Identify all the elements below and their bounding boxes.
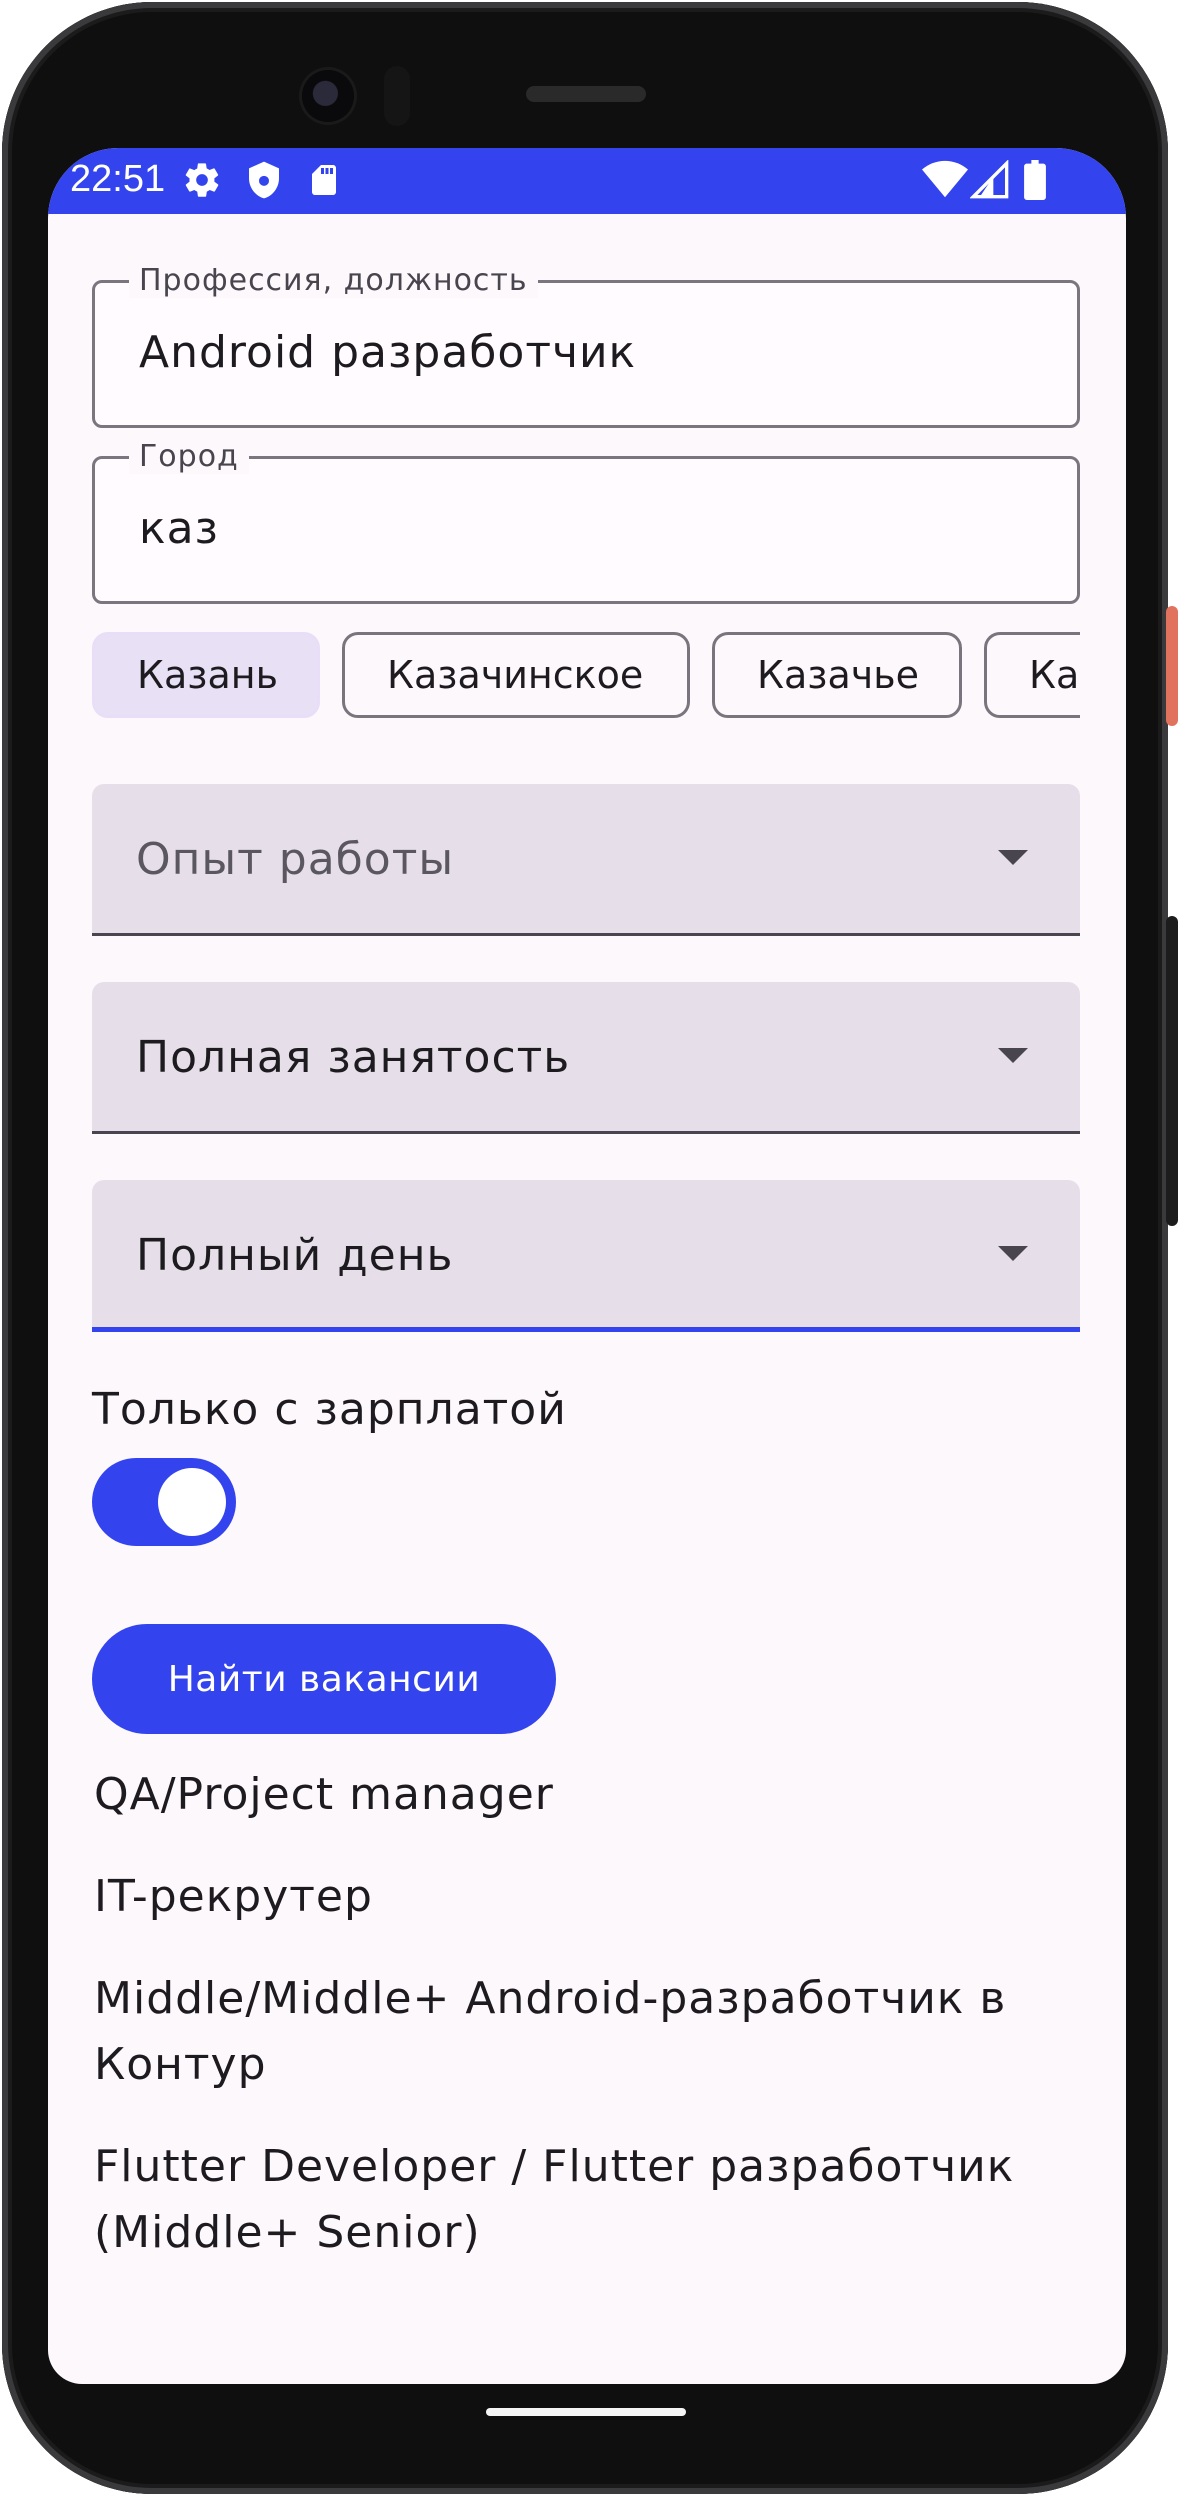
power-button <box>1166 606 1178 726</box>
city-field[interactable]: Город каз <box>92 439 1080 604</box>
schedule-dropdown-value: Полный день <box>136 1230 454 1281</box>
salary-switch-label: Только с зарплатой <box>92 1384 567 1435</box>
app-screen: 22:51 Профессия, должность Android разра… <box>48 148 1126 2384</box>
employment-dropdown-value: Полная занятость <box>136 1032 571 1083</box>
dropdown-arrow-icon[interactable] <box>998 1246 1028 1261</box>
city-field-label: Город <box>129 439 249 474</box>
switch-thumb <box>158 1468 226 1536</box>
sd-card-icon <box>306 160 342 200</box>
salary-switch[interactable] <box>92 1458 236 1546</box>
status-time: 22:51 <box>70 158 166 200</box>
experience-dropdown[interactable]: Опыт работы <box>92 784 1080 936</box>
home-indicator[interactable] <box>486 2408 686 2416</box>
vacancy-item[interactable]: Flutter Developer / Flutter разработчик … <box>94 2134 1094 2266</box>
vacancy-results-list: QA/Project manager IT-рекрутер Middle/Mi… <box>94 1762 1094 2302</box>
wifi-icon <box>922 160 968 200</box>
earpiece-speaker <box>526 86 646 102</box>
city-suggestions: Казань Казачинское Казачье Ка <box>92 632 1080 718</box>
vacancy-item[interactable]: Middle/Middle+ Android-разработчик в Кон… <box>94 1966 1094 2098</box>
signal-icon <box>970 160 1010 200</box>
profession-field-label: Профессия, должность <box>129 263 538 298</box>
schedule-dropdown[interactable]: Полный день <box>92 1180 1080 1332</box>
dropdown-arrow-icon[interactable] <box>998 1048 1028 1063</box>
status-bar: 22:51 <box>48 148 1126 214</box>
profession-field[interactable]: Профессия, должность Android разработчик <box>92 263 1080 428</box>
shield-icon <box>244 160 284 200</box>
city-chip-kazan[interactable]: Казань <box>92 632 320 718</box>
experience-dropdown-placeholder: Опыт работы <box>136 834 455 885</box>
city-chip-kazachye[interactable]: Казачье <box>712 632 962 718</box>
battery-icon <box>1022 160 1048 200</box>
city-field-value[interactable]: каз <box>139 503 219 554</box>
gear-icon <box>182 160 222 200</box>
volume-button <box>1166 916 1178 1226</box>
city-chip-partial[interactable]: Ка <box>984 632 1080 718</box>
vacancy-item[interactable]: QA/Project manager <box>94 1762 1094 1828</box>
profession-field-value[interactable]: Android разработчик <box>139 327 636 378</box>
employment-dropdown[interactable]: Полная занятость <box>92 982 1080 1134</box>
phone-frame: 22:51 Профессия, должность Android разра… <box>2 2 1168 2494</box>
front-camera <box>302 70 354 122</box>
dropdown-arrow-icon[interactable] <box>998 850 1028 865</box>
find-vacancies-button[interactable]: Найти вакансии <box>92 1624 556 1734</box>
city-chip-kazachinskoe[interactable]: Казачинское <box>342 632 690 718</box>
vacancy-item[interactable]: IT-рекрутер <box>94 1864 1094 1930</box>
proximity-sensor <box>384 66 410 126</box>
